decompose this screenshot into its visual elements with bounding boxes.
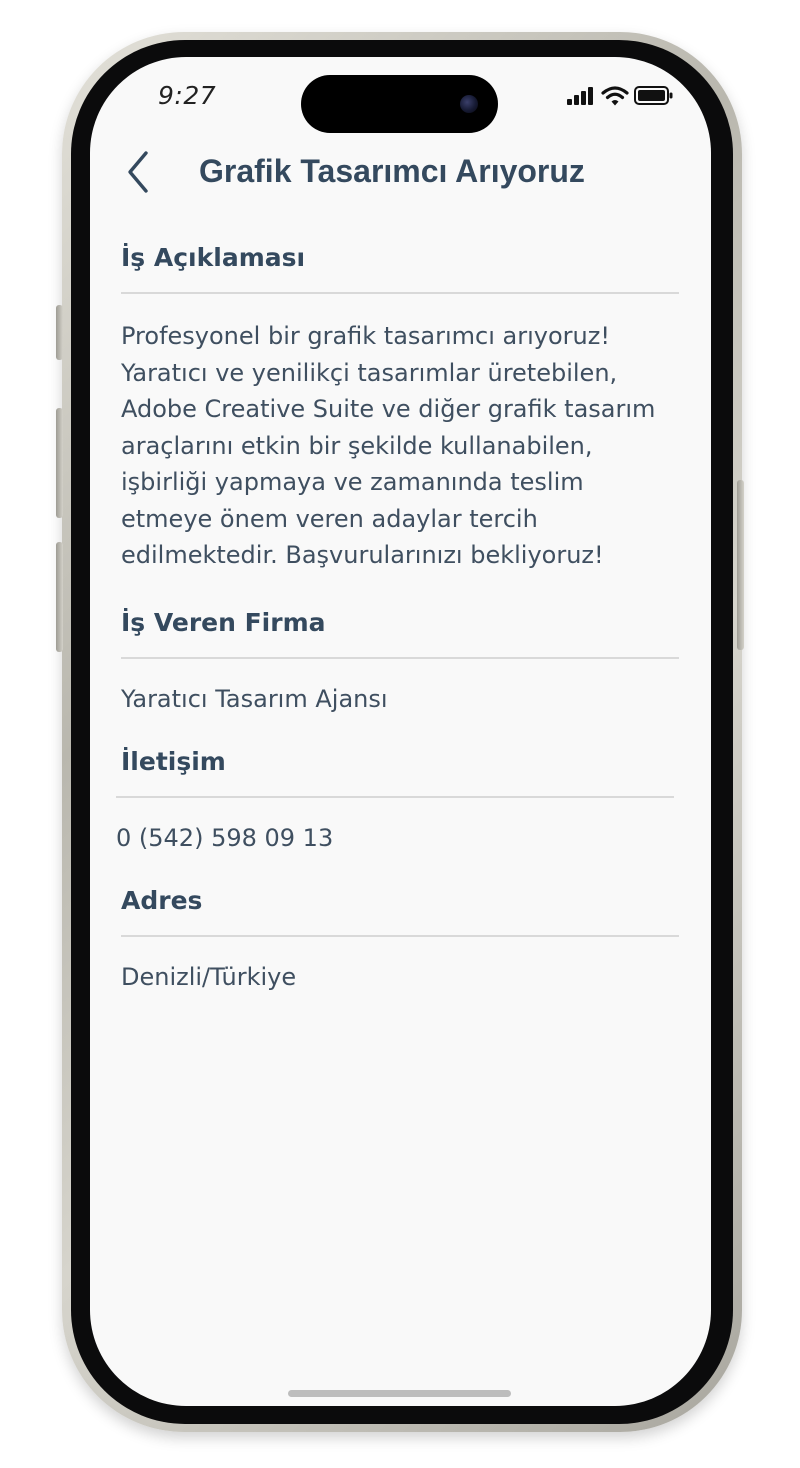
- back-button[interactable]: [120, 149, 160, 197]
- employer-heading: İş Veren Firma: [121, 608, 326, 637]
- job-description-line: etmeye önem veren adaylar tercih: [121, 504, 538, 533]
- job-description-text: Profesyonel bir grafik tasarımcı arıyoru…: [121, 318, 691, 574]
- job-description-line: edilmektedir. Başvurularınızı bekliyoruz…: [121, 541, 604, 569]
- employer-value: Yaratıcı Tasarım Ajansı: [121, 685, 388, 713]
- job-description-divider: [121, 292, 679, 294]
- address-heading: Adres: [121, 886, 203, 915]
- job-description-line: Profesyonel bir grafik tasarımcı arıyoru…: [121, 322, 610, 350]
- chevron-left-icon: [128, 151, 148, 193]
- contact-phone[interactable]: 0 (542) 598 09 13: [116, 824, 333, 852]
- job-description-line: Adobe Creative Suite ve diğer grafik tas…: [121, 395, 656, 423]
- front-camera-icon: [460, 95, 478, 113]
- home-indicator[interactable]: [288, 1390, 511, 1397]
- job-description-line: işbirliği yapmaya ve zamanında teslim: [121, 468, 584, 496]
- volume-down-button: [56, 542, 63, 652]
- employer-divider: [121, 657, 679, 659]
- contact-divider: [116, 796, 674, 798]
- job-description-heading: İş Açıklaması: [121, 243, 306, 272]
- app-screen: 9:27 Grafik Tasarımcı Arıyoruz İş Açıkla…: [90, 57, 711, 1406]
- battery-icon: [634, 86, 673, 105]
- cellular-signal-icon: [567, 87, 593, 105]
- page-title: Grafik Tasarımcı Arıyoruz: [199, 153, 585, 189]
- action-button: [56, 305, 63, 360]
- wifi-icon: [601, 86, 629, 106]
- volume-up-button: [56, 408, 63, 518]
- contact-heading: İletişim: [121, 747, 226, 776]
- address-value: Denizli/Türkiye: [121, 963, 297, 991]
- dynamic-island: [301, 75, 498, 133]
- status-time: 9:27: [158, 81, 217, 110]
- job-description-line: Yaratıcı ve yenilikçi tasarımlar üretebi…: [121, 358, 618, 387]
- address-divider: [121, 935, 679, 937]
- status-icons: [566, 85, 676, 107]
- power-button: [737, 480, 744, 650]
- job-description-line: araçlarını etkin bir şekilde kullanabile…: [121, 431, 593, 460]
